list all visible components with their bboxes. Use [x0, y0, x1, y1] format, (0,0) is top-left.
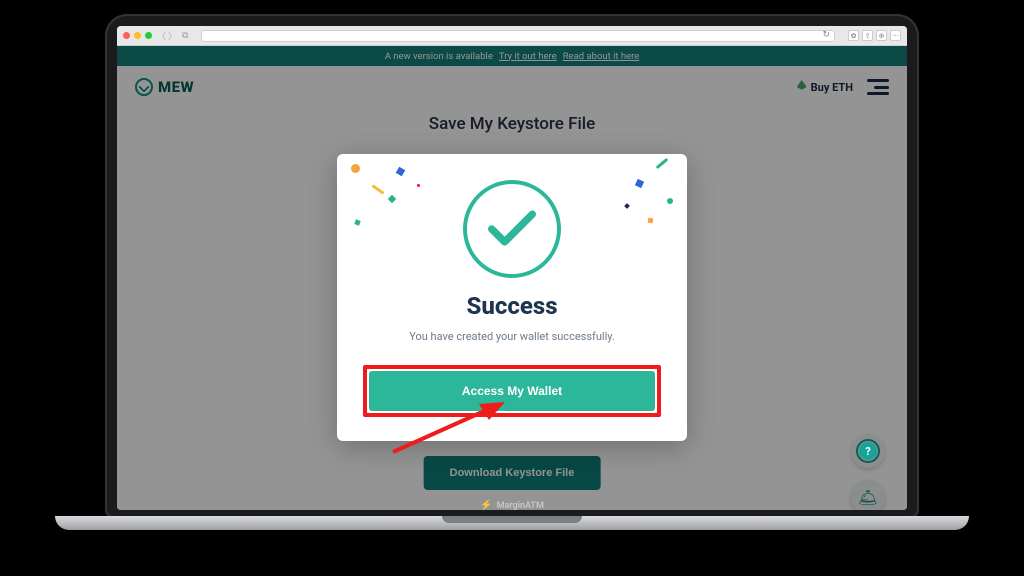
question-icon: ?	[859, 442, 877, 460]
extension-icon[interactable]: ⇪	[862, 30, 873, 41]
laptop-base	[55, 516, 969, 530]
window-controls[interactable]	[123, 32, 152, 39]
extension-icon[interactable]: ✿	[848, 30, 859, 41]
minimize-window-icon[interactable]	[134, 32, 141, 39]
access-my-wallet-button[interactable]: Access My Wallet	[369, 371, 655, 411]
webpage: A new version is available Try it out he…	[117, 46, 907, 510]
confetti-icon	[648, 218, 654, 224]
confetti-icon	[371, 184, 384, 194]
laptop-bezel: 〈 〉 ⧉ ✿ ⇪ ⊕ ⋯ A new version is available…	[105, 14, 919, 518]
extension-icon[interactable]: ⋯	[890, 30, 901, 41]
confetti-icon	[396, 167, 406, 177]
url-bar[interactable]	[201, 30, 835, 42]
confetti-icon	[635, 179, 644, 188]
browser-chrome: 〈 〉 ⧉ ✿ ⇪ ⊕ ⋯	[117, 26, 907, 46]
maximize-window-icon[interactable]	[145, 32, 152, 39]
laptop-brand-label: ⚡ MarginATM	[480, 500, 544, 511]
nav-arrows[interactable]: 〈 〉	[157, 29, 177, 42]
confetti-icon	[354, 219, 360, 225]
confetti-icon	[388, 195, 396, 203]
success-check-icon	[463, 180, 561, 278]
confetti-icon	[351, 164, 360, 173]
forward-icon[interactable]: 〉	[168, 29, 177, 42]
extension-icon[interactable]: ⊕	[876, 30, 887, 41]
browser-extension-icons: ✿ ⇪ ⊕ ⋯	[848, 30, 901, 41]
modal-message: You have created your wallet successfull…	[363, 330, 661, 343]
sidebar-toggle-icon[interactable]: ⧉	[182, 31, 188, 41]
screen: 〈 〉 ⧉ ✿ ⇪ ⊕ ⋯ A new version is available…	[117, 26, 907, 510]
close-window-icon[interactable]	[123, 32, 130, 39]
modal-title: Success	[363, 292, 661, 320]
success-modal: Success You have created your wallet suc…	[337, 154, 687, 441]
highlight-box: Access My Wallet	[363, 365, 661, 417]
confetti-icon	[417, 184, 420, 187]
confetti-icon	[656, 158, 669, 169]
back-icon[interactable]: 〈	[157, 29, 166, 42]
bolt-icon: ⚡	[480, 500, 492, 511]
confetti-icon	[624, 203, 630, 209]
confetti-icon	[667, 198, 673, 204]
